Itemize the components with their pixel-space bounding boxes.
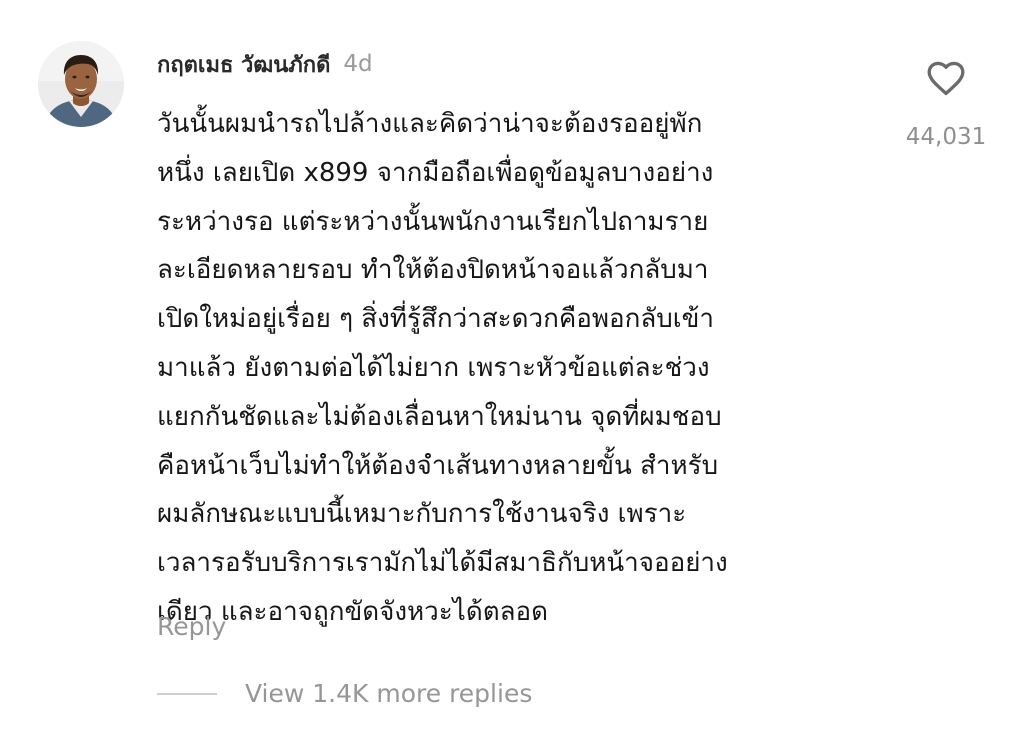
heart-outline-icon bbox=[927, 61, 965, 96]
comment-text-line: มาแล้ว ยังตามต่อได้ไม่ยาก เพราะหัวข้อแต่… bbox=[157, 352, 710, 383]
comment-header: กฤตเมธ วัฒนภักดี 4d bbox=[157, 46, 373, 82]
view-more-replies-button[interactable]: View 1.4K more replies bbox=[157, 676, 532, 712]
comment-text-line: วันนั้นผมนำรถไปล้างและคิดว่าน่าจะต้องรออ… bbox=[157, 109, 703, 139]
comment-text-line: เวลารอรับบริการเรามักไม่ได้มีสมาธิกับหน้… bbox=[157, 548, 728, 579]
comment-text: วันนั้นผมนำรถไปล้างและคิดว่าน่าจะต้องรออ… bbox=[157, 100, 877, 637]
comment-text-line: ผมลักษณะแบบนี้เหมาะกับการใช้งานจริง เพรา… bbox=[157, 499, 687, 530]
author-name[interactable]: กฤตเมธ วัฒนภักดี bbox=[157, 47, 330, 82]
comment-text-line: เปิดใหม่อยู่เรื่อย ๆ สิ่งที่รู้สึกว่าสะด… bbox=[157, 304, 715, 335]
replies-divider bbox=[157, 693, 217, 695]
like-area: 44,031 bbox=[902, 58, 990, 150]
like-button[interactable] bbox=[925, 58, 967, 100]
comment-text-line: เดียว และอาจถูกขัดจังหวะได้ตลอด bbox=[157, 596, 549, 627]
comment-text-line: คือหน้าเว็บไม่ทำให้ต้องจำเส้นทางหลายขั้น… bbox=[157, 450, 719, 481]
comment-text-line: แยกกันชัดและไม่ต้องเลื่อนหาใหม่นาน จุดที… bbox=[157, 401, 722, 432]
comment-item: กฤตเมธ วัฒนภักดี 4d วันนั้นผมนำรถไปล้างแ… bbox=[0, 0, 1024, 734]
comment-text-line: ละเอียดหลายรอบ ทำให้ต้องปิดหน้าจอแล้วกลั… bbox=[157, 255, 709, 286]
reply-button[interactable]: Reply bbox=[157, 609, 226, 645]
avatar-image bbox=[38, 41, 124, 127]
like-count: 44,031 bbox=[905, 124, 987, 150]
comment-text-line: หนึ่ง เลยเปิด x899 จากมือถือเพื่อดูข้อมู… bbox=[157, 157, 714, 188]
comment-text-line: ระหว่างรอ แต่ระหว่างนั้นพนักงานเรียกไปถา… bbox=[157, 206, 709, 237]
view-more-replies-label: View 1.4K more replies bbox=[245, 679, 533, 708]
avatar[interactable] bbox=[38, 41, 124, 127]
comment-timestamp: 4d bbox=[343, 51, 373, 77]
